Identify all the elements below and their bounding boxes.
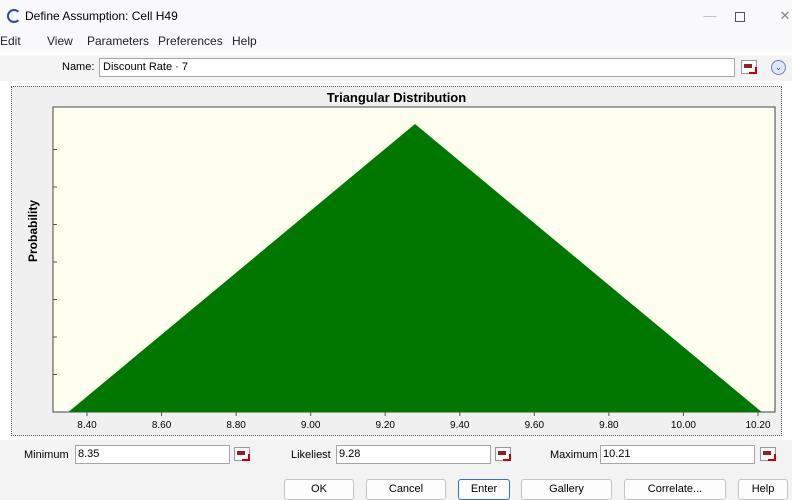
help-button[interactable]: Help bbox=[738, 479, 788, 500]
correlate-button[interactable]: Correlate... bbox=[624, 479, 726, 500]
x-tick-label: 8.40 bbox=[77, 420, 97, 431]
maximum-cell-reference-icon[interactable] bbox=[760, 447, 776, 461]
likeliest-input[interactable]: 9.28 bbox=[336, 445, 491, 464]
maximum-input[interactable]: 10.21 bbox=[600, 445, 755, 464]
ok-button[interactable]: OK bbox=[284, 479, 354, 500]
minimum-label: Minimum bbox=[24, 449, 69, 461]
maximum-label: Maximum bbox=[550, 449, 598, 461]
cancel-button[interactable]: Cancel bbox=[366, 479, 446, 500]
minimum-cell-reference-icon[interactable] bbox=[234, 447, 250, 461]
x-tick-label: 10.20 bbox=[745, 420, 770, 431]
minimum-input[interactable]: 8.35 bbox=[75, 445, 230, 464]
distribution-chart: 8.40 8.60 8.80 9.00 9.20 9.40 9.60 9.80 10.00 10.… bbox=[52, 106, 776, 431]
enter-button[interactable]: Enter bbox=[458, 479, 510, 500]
x-tick-label: 8.60 bbox=[152, 420, 172, 431]
likeliest-label: Likeliest bbox=[291, 449, 331, 461]
x-tick-label: 9.00 bbox=[301, 420, 321, 431]
x-tick-label: 9.20 bbox=[375, 420, 395, 431]
x-tick-label: 10.00 bbox=[671, 420, 696, 431]
x-tick-label: 9.80 bbox=[599, 420, 619, 431]
likeliest-cell-reference-icon[interactable] bbox=[495, 447, 511, 461]
y-axis-label: Probability bbox=[26, 199, 40, 262]
gallery-button[interactable]: Gallery bbox=[521, 479, 612, 500]
x-tick-label: 9.40 bbox=[450, 420, 470, 431]
x-tick-label: 8.80 bbox=[226, 420, 246, 431]
x-tick-label: 9.60 bbox=[525, 420, 545, 431]
